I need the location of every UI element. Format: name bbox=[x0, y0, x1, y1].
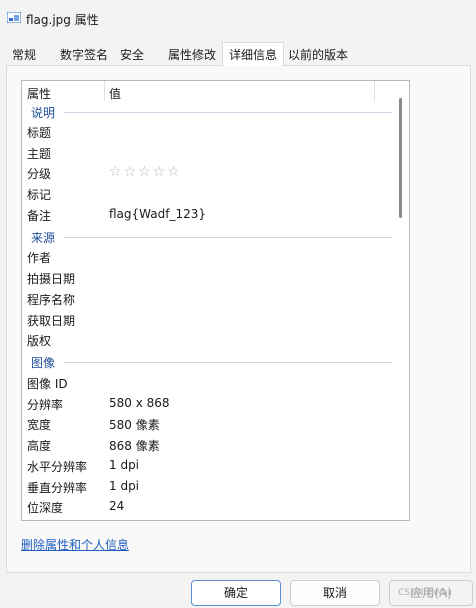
property-value[interactable]: 580 x 868 bbox=[109, 396, 170, 410]
property-value[interactable]: flag{Wadf_123} bbox=[109, 207, 206, 221]
title-bar: flag.jpg 属性 bbox=[0, 0, 476, 36]
cancel-button[interactable]: 取消 bbox=[290, 580, 380, 606]
group-divider bbox=[64, 237, 392, 238]
column-divider[interactable] bbox=[374, 81, 375, 101]
vertical-scrollbar[interactable] bbox=[394, 82, 408, 519]
property-value[interactable]: 580 像素 bbox=[109, 416, 160, 433]
tab-security[interactable]: 安全 bbox=[114, 44, 150, 66]
group-header-origin: 来源 bbox=[22, 227, 392, 247]
property-value[interactable]: 1 dpi bbox=[109, 458, 139, 472]
property-label: 作者 bbox=[27, 251, 52, 265]
property-value[interactable]: 24 bbox=[109, 499, 124, 513]
property-row-comments[interactable]: 备注 flag{Wadf_123} bbox=[22, 205, 392, 225]
tab-digital-signature[interactable]: 数字签名 bbox=[54, 44, 114, 66]
property-label: 版权 bbox=[27, 334, 52, 348]
property-row-program-name[interactable]: 程序名称 bbox=[22, 289, 392, 309]
property-label: 拍摄日期 bbox=[27, 272, 76, 286]
group-divider bbox=[64, 112, 392, 113]
list-header: 属性 值 bbox=[22, 81, 409, 103]
property-row-authors[interactable]: 作者 bbox=[22, 247, 392, 267]
property-label: 程序名称 bbox=[27, 293, 76, 307]
property-row-subject[interactable]: 主题 bbox=[22, 143, 392, 163]
property-row-dimensions[interactable]: 分辨率 580 x 868 bbox=[22, 394, 392, 414]
property-list[interactable]: 属性 值 说明 标题 主题 分级 ☆☆☆☆☆ 标记 备注 flag{Wadf_1… bbox=[21, 80, 410, 521]
watermark: CSDN @Nar bbox=[398, 588, 452, 598]
ok-button[interactable]: 确定 bbox=[191, 580, 281, 606]
property-row-date-acquired[interactable]: 获取日期 bbox=[22, 310, 392, 330]
property-label: 垂直分辨率 bbox=[27, 481, 88, 495]
group-label: 说明 bbox=[31, 106, 56, 120]
tab-details[interactable]: 详细信息 bbox=[222, 42, 285, 66]
property-row-copyright[interactable]: 版权 bbox=[22, 330, 392, 350]
tab-general[interactable]: 常规 bbox=[6, 44, 42, 66]
column-header-property[interactable]: 属性 bbox=[27, 85, 51, 102]
property-label: 图像 ID bbox=[27, 377, 68, 391]
property-row-image-id[interactable]: 图像 ID bbox=[22, 373, 392, 393]
tab-property-modify[interactable]: 属性修改 bbox=[162, 44, 222, 66]
property-row-height[interactable]: 高度 868 像素 bbox=[22, 435, 392, 455]
remove-properties-link[interactable]: 删除属性和个人信息 bbox=[21, 536, 129, 553]
property-label: 备注 bbox=[27, 209, 52, 223]
property-label: 主题 bbox=[27, 147, 52, 161]
property-row-vertical-resolution[interactable]: 垂直分辨率 1 dpi bbox=[22, 477, 392, 497]
property-row-width[interactable]: 宽度 580 像素 bbox=[22, 414, 392, 434]
group-label: 图像 bbox=[31, 356, 56, 370]
column-divider[interactable] bbox=[104, 81, 105, 101]
star-rating[interactable]: ☆☆☆☆☆ bbox=[109, 164, 182, 180]
property-row-bit-depth[interactable]: 位深度 24 bbox=[22, 497, 392, 517]
property-row-rating[interactable]: 分级 ☆☆☆☆☆ bbox=[22, 163, 392, 183]
property-row-title[interactable]: 标题 bbox=[22, 122, 392, 142]
tab-strip: 常规 数字签名 安全 属性修改 详细信息 以前的版本 bbox=[6, 42, 476, 66]
tab-previous-versions[interactable]: 以前的版本 bbox=[282, 44, 354, 66]
group-label: 来源 bbox=[31, 231, 56, 245]
property-label: 标记 bbox=[27, 188, 52, 202]
property-value[interactable]: 1 dpi bbox=[109, 479, 139, 493]
group-header-image: 图像 bbox=[22, 352, 392, 372]
property-label: 分辨率 bbox=[27, 398, 64, 412]
property-label: 宽度 bbox=[27, 418, 52, 432]
group-divider bbox=[64, 362, 392, 363]
property-label: 标题 bbox=[27, 126, 52, 140]
column-header-value[interactable]: 值 bbox=[109, 85, 121, 102]
image-file-icon bbox=[7, 12, 21, 23]
group-header-description: 说明 bbox=[22, 102, 392, 122]
property-row-date-taken[interactable]: 拍摄日期 bbox=[22, 268, 392, 288]
property-label: 获取日期 bbox=[27, 314, 76, 328]
property-label: 分级 bbox=[27, 167, 52, 181]
property-row-tags[interactable]: 标记 bbox=[22, 184, 392, 204]
property-value[interactable]: 868 像素 bbox=[109, 437, 160, 454]
property-label: 高度 bbox=[27, 439, 52, 453]
scrollbar-thumb[interactable] bbox=[399, 98, 402, 218]
property-label: 水平分辨率 bbox=[27, 460, 88, 474]
property-label: 位深度 bbox=[27, 501, 64, 515]
property-row-horizontal-resolution[interactable]: 水平分辨率 1 dpi bbox=[22, 456, 392, 476]
window-title: flag.jpg 属性 bbox=[26, 13, 99, 27]
